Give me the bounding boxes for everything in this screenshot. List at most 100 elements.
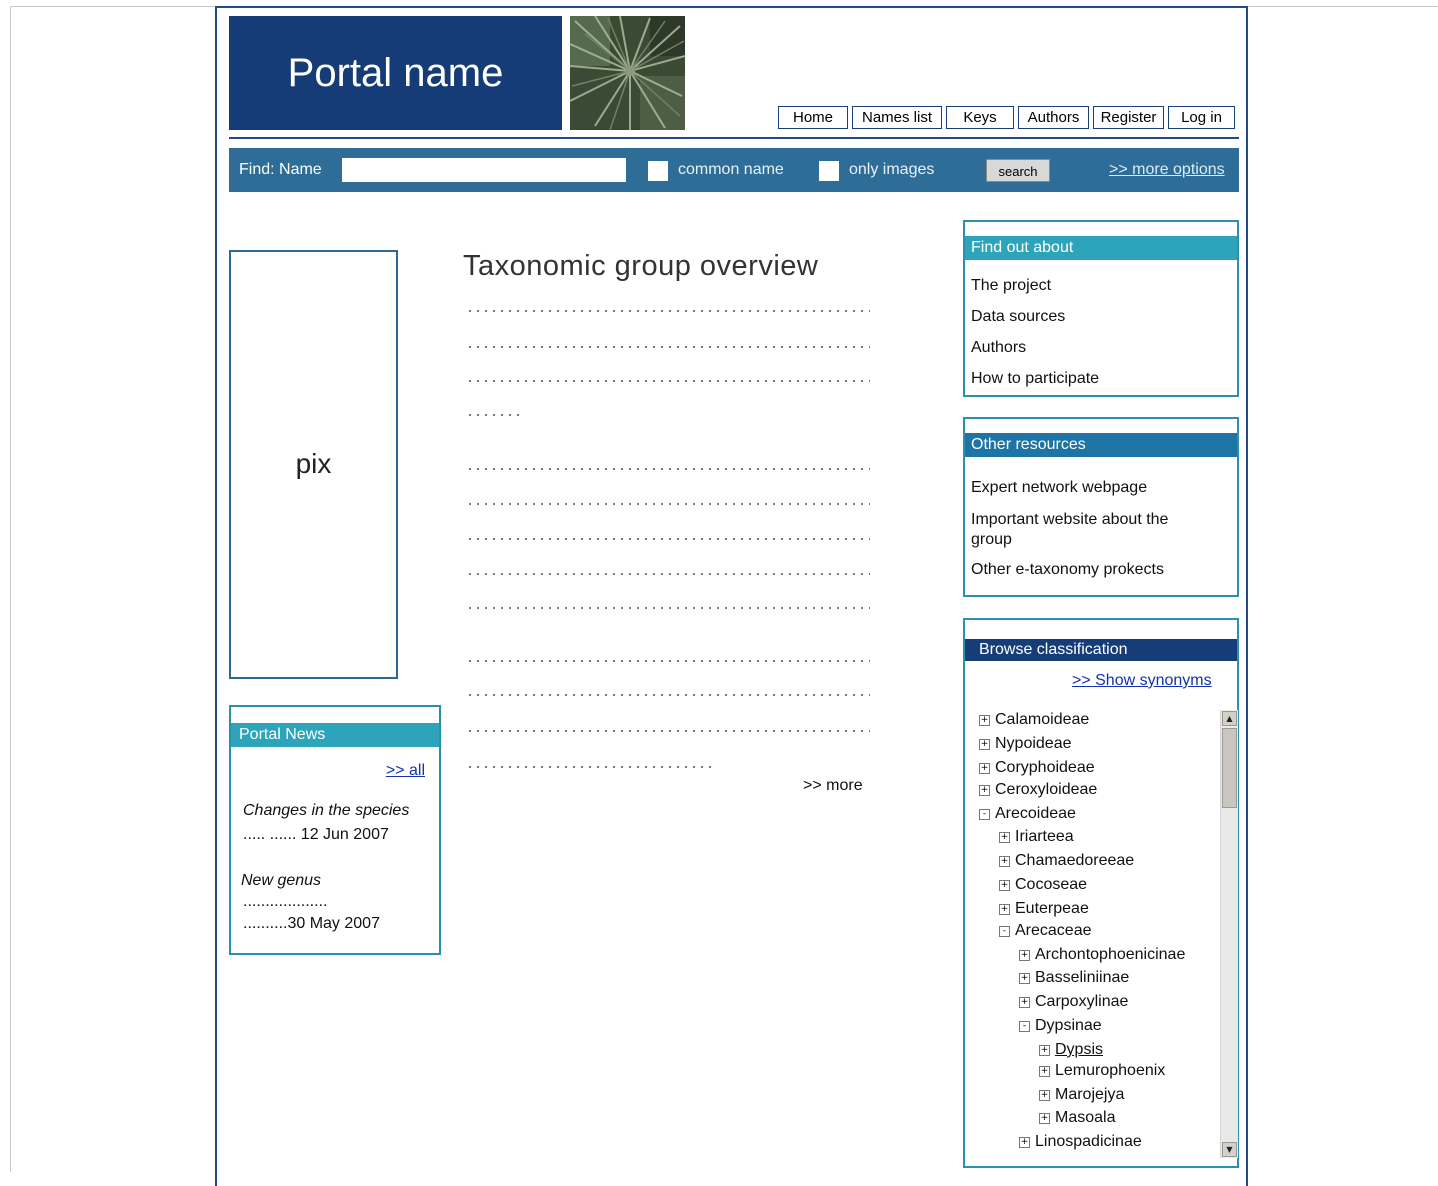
collapse-icon[interactable]: -: [1019, 1020, 1030, 1032]
more-options-link[interactable]: >> more options: [1109, 161, 1225, 179]
tree-node[interactable]: + Chamaedoreeae: [999, 851, 1134, 871]
tree-node[interactable]: + Euterpeae: [999, 899, 1089, 919]
expand-icon[interactable]: +: [999, 879, 1010, 891]
placeholder-line: [466, 730, 870, 732]
common-name-checkbox[interactable]: [648, 161, 668, 181]
tree-node-label[interactable]: Nypoideae: [995, 734, 1072, 754]
overview-more-link[interactable]: >> more: [803, 777, 863, 795]
placeholder-line: [466, 503, 870, 505]
tree-scrollbar[interactable]: ▲ ▼: [1220, 710, 1238, 1158]
tree-node[interactable]: + Ceroxyloideae: [979, 780, 1097, 800]
tree-node-label[interactable]: Basseliniinae: [1035, 968, 1129, 988]
expand-icon[interactable]: +: [1019, 1136, 1030, 1148]
placeholder-line: [466, 694, 870, 696]
scroll-thumb[interactable]: [1222, 728, 1237, 808]
scroll-up-arrow-icon[interactable]: ▲: [1222, 711, 1237, 726]
link-how-to-participate[interactable]: How to participate: [971, 370, 1099, 388]
tree-node[interactable]: + Linospadicinae: [1019, 1132, 1142, 1152]
scroll-down-arrow-icon[interactable]: ▼: [1222, 1142, 1237, 1157]
tree-node-label[interactable]: Euterpeae: [1015, 899, 1089, 919]
tree-node-label[interactable]: Iriarteea: [1015, 827, 1074, 847]
expand-icon[interactable]: +: [1039, 1112, 1050, 1124]
link-other-etaxonomy[interactable]: Other e-taxonomy prokects: [971, 561, 1164, 579]
link-important-website[interactable]: Important website about the group: [971, 510, 1199, 550]
tree-node-label[interactable]: Arecoideae: [995, 804, 1076, 824]
tree-node-label[interactable]: Linospadicinae: [1035, 1132, 1142, 1152]
news-all-link[interactable]: >> all: [386, 762, 425, 780]
expand-icon[interactable]: +: [999, 855, 1010, 867]
tree-node[interactable]: + Nypoideae: [979, 734, 1072, 754]
expand-icon[interactable]: +: [1039, 1089, 1050, 1101]
placeholder-line: [466, 766, 714, 768]
tree-node-label[interactable]: Calamoideae: [995, 710, 1089, 730]
portal-logo[interactable]: Portal name: [229, 16, 562, 130]
expand-icon[interactable]: +: [979, 714, 990, 726]
tree-node[interactable]: + Marojejya: [1039, 1085, 1124, 1105]
expand-icon[interactable]: +: [979, 738, 990, 750]
top-navigation: Home Names list Keys Authors Register Lo…: [778, 106, 1239, 129]
link-authors[interactable]: Authors: [971, 339, 1026, 357]
expand-icon[interactable]: +: [1019, 949, 1030, 961]
window-edge-left: [10, 6, 11, 1172]
tree-node[interactable]: + Dypsis: [1039, 1040, 1103, 1060]
expand-icon[interactable]: +: [1019, 996, 1030, 1008]
tree-node[interactable]: + Basseliniinae: [1019, 968, 1129, 988]
nav-names-list[interactable]: Names list: [852, 106, 942, 129]
placeholder-line: [466, 380, 870, 382]
tree-node[interactable]: + Carpoxylinae: [1019, 992, 1128, 1012]
tree-node[interactable]: + Archontophoenicinae: [1019, 945, 1185, 965]
classification-tree: + Calamoideae + Nypoideae + Coryphoideae + Cero…: [965, 710, 1221, 1160]
name-search-input[interactable]: [342, 158, 626, 182]
tree-node-label[interactable]: Chamaedoreeae: [1015, 851, 1134, 871]
tree-node-label[interactable]: Ceroxyloideae: [995, 780, 1097, 800]
tree-node-label[interactable]: Coryphoideae: [995, 758, 1095, 778]
tree-node-label[interactable]: Dypsinae: [1035, 1016, 1102, 1036]
tree-node-label[interactable]: Archontophoenicinae: [1035, 945, 1185, 965]
link-data-sources[interactable]: Data sources: [971, 308, 1065, 326]
search-button[interactable]: search: [986, 159, 1050, 182]
collapse-icon[interactable]: -: [999, 925, 1010, 937]
other-resources-panel: Other resources Expert network webpage I…: [963, 417, 1239, 597]
nav-register[interactable]: Register: [1093, 106, 1164, 129]
tree-node[interactable]: + Lemurophoenix: [1039, 1061, 1165, 1081]
banner-palm-image: [570, 16, 685, 130]
find-out-about-panel: Find out about The project Data sources …: [963, 220, 1239, 397]
tree-node[interactable]: + Masoala: [1039, 1108, 1115, 1128]
only-images-checkbox[interactable]: [819, 161, 839, 181]
expand-icon[interactable]: +: [999, 903, 1010, 915]
collapse-icon[interactable]: -: [979, 808, 990, 820]
link-the-project[interactable]: The project: [971, 277, 1051, 295]
placeholder-line: [466, 310, 870, 312]
placeholder-line: [466, 538, 870, 540]
tree-node-label[interactable]: Dypsis: [1055, 1040, 1103, 1060]
nav-keys[interactable]: Keys: [946, 106, 1014, 129]
tree-node-label[interactable]: Carpoxylinae: [1035, 992, 1128, 1012]
nav-log-in[interactable]: Log in: [1168, 106, 1235, 129]
image-placeholder: pix: [229, 250, 398, 679]
tree-node[interactable]: - Arecaceae: [999, 921, 1092, 941]
tree-node[interactable]: - Dypsinae: [1019, 1016, 1102, 1036]
tree-node[interactable]: + Calamoideae: [979, 710, 1089, 730]
tree-node[interactable]: + Iriarteea: [999, 827, 1074, 847]
expand-icon[interactable]: +: [1039, 1065, 1050, 1077]
news-item-title[interactable]: Changes in the species: [243, 802, 409, 820]
tree-node-label[interactable]: Arecaceae: [1015, 921, 1092, 941]
header-divider: [229, 137, 1239, 139]
tree-node-label[interactable]: Marojejya: [1055, 1085, 1124, 1105]
nav-authors[interactable]: Authors: [1018, 106, 1089, 129]
expand-icon[interactable]: +: [1039, 1044, 1050, 1056]
expand-icon[interactable]: +: [979, 762, 990, 774]
link-expert-network[interactable]: Expert network webpage: [971, 479, 1147, 497]
tree-node[interactable]: + Coryphoideae: [979, 758, 1095, 778]
tree-node-label[interactable]: Cocoseae: [1015, 875, 1087, 895]
expand-icon[interactable]: +: [999, 831, 1010, 843]
show-synonyms-link[interactable]: >> Show synonyms: [1072, 672, 1212, 690]
nav-home[interactable]: Home: [778, 106, 848, 129]
tree-node[interactable]: + Cocoseae: [999, 875, 1087, 895]
tree-node[interactable]: - Arecoideae: [979, 804, 1076, 824]
news-item-title[interactable]: New genus: [241, 872, 321, 890]
tree-node-label[interactable]: Masoala: [1055, 1108, 1115, 1128]
tree-node-label[interactable]: Lemurophoenix: [1055, 1061, 1165, 1081]
expand-icon[interactable]: +: [1019, 972, 1030, 984]
expand-icon[interactable]: +: [979, 784, 990, 796]
